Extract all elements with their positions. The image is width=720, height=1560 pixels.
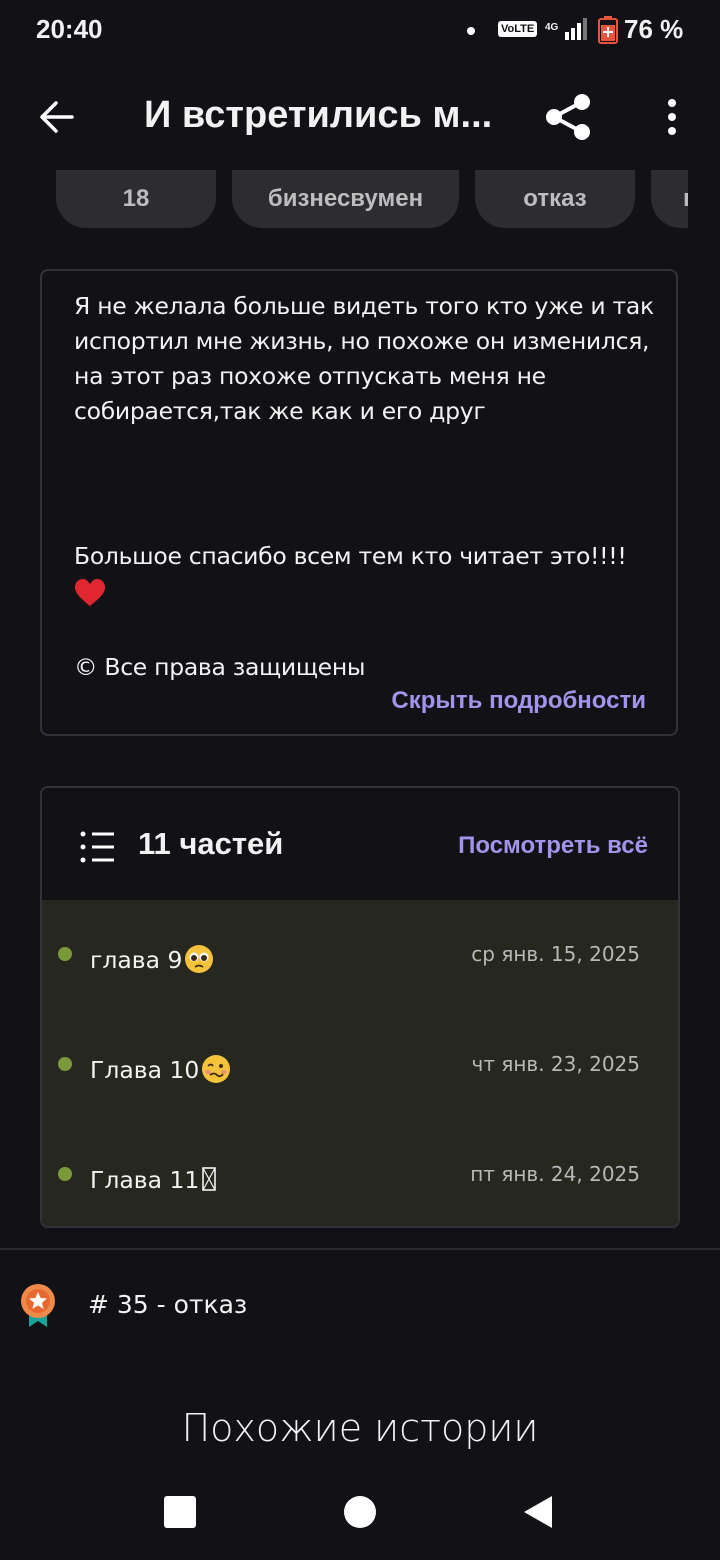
part-title: глава 9 [90, 944, 214, 974]
description-card: Я не желала больше видеть того кто уже и… [40, 269, 678, 736]
part-item[interactable]: Глава 10 чт янв. 23, 2025 [42, 1010, 678, 1120]
part-date: пт янв. 24, 2025 [470, 1162, 640, 1186]
missing-glyph-icon [202, 1167, 217, 1191]
nav-back-icon[interactable] [522, 1494, 554, 1530]
notification-dot-icon [467, 27, 475, 35]
part-item[interactable]: глава 9 ср янв. 15, 2025 [42, 900, 678, 1010]
new-part-dot-icon [58, 1057, 72, 1071]
tag-chip[interactable]: бизнесвумен [232, 170, 459, 228]
part-title: Глава 11 [90, 1164, 217, 1194]
status-bar: 20:40 VoLTE 4G 76 % [0, 0, 720, 62]
pleading-face-icon [185, 945, 214, 973]
story-title: И встретились м... [144, 94, 493, 136]
description-text: Я не желала больше видеть того кто уже и… [74, 292, 654, 425]
parts-list: глава 9 ср янв. 15, 2025 Глава 10 чт янв… [42, 900, 678, 1226]
parts-header: 11 частей Посмотреть всё [42, 788, 678, 900]
status-time: 20:40 [36, 14, 103, 44]
part-item[interactable]: Глава 11 пт янв. 24, 2025 [42, 1120, 678, 1226]
new-part-dot-icon [58, 1167, 72, 1181]
share-icon[interactable] [542, 92, 594, 142]
description-thanks: Большое спасибо всем тем кто читает это!… [74, 542, 627, 570]
list-icon [80, 831, 114, 863]
tag-chip[interactable]: 18 [56, 170, 216, 228]
new-part-dot-icon [58, 947, 72, 961]
copyright-text: © Все права защищены [74, 653, 366, 681]
similar-stories-heading: Похожие истории [181, 1406, 539, 1450]
volte-badge: VoLTE [498, 21, 538, 37]
recent-apps-button[interactable] [164, 1496, 196, 1528]
more-options-icon[interactable] [660, 98, 684, 138]
tag-chip[interactable]: отказ [475, 170, 635, 228]
parts-card: 11 частей Посмотреть всё глава 9 ср янв.… [40, 786, 680, 1228]
tag-row: 18 бизнесвумен отказ г [0, 170, 688, 230]
section-divider [0, 1248, 720, 1250]
tag-chip[interactable]: г [651, 170, 688, 228]
part-title: Глава 10 [90, 1054, 231, 1084]
parts-count: 11 частей [138, 826, 284, 861]
heart-icon [75, 579, 105, 606]
network-type: 4G [545, 22, 559, 33]
part-date: чт янв. 23, 2025 [471, 1052, 641, 1076]
home-button[interactable] [344, 1496, 376, 1528]
battery-icon [598, 16, 618, 44]
hide-details-button[interactable]: Скрыть подробности [391, 687, 646, 715]
award-badge-icon [21, 1284, 55, 1327]
battery-percent: 76 % [624, 14, 684, 44]
part-date: ср янв. 15, 2025 [471, 942, 640, 966]
ranking-text[interactable]: # 35 - отказ [88, 1290, 247, 1319]
woozy-face-icon [202, 1055, 231, 1083]
back-arrow-icon[interactable] [38, 98, 76, 136]
signal-icon [565, 18, 587, 40]
view-all-button[interactable]: Посмотреть всё [458, 832, 648, 860]
